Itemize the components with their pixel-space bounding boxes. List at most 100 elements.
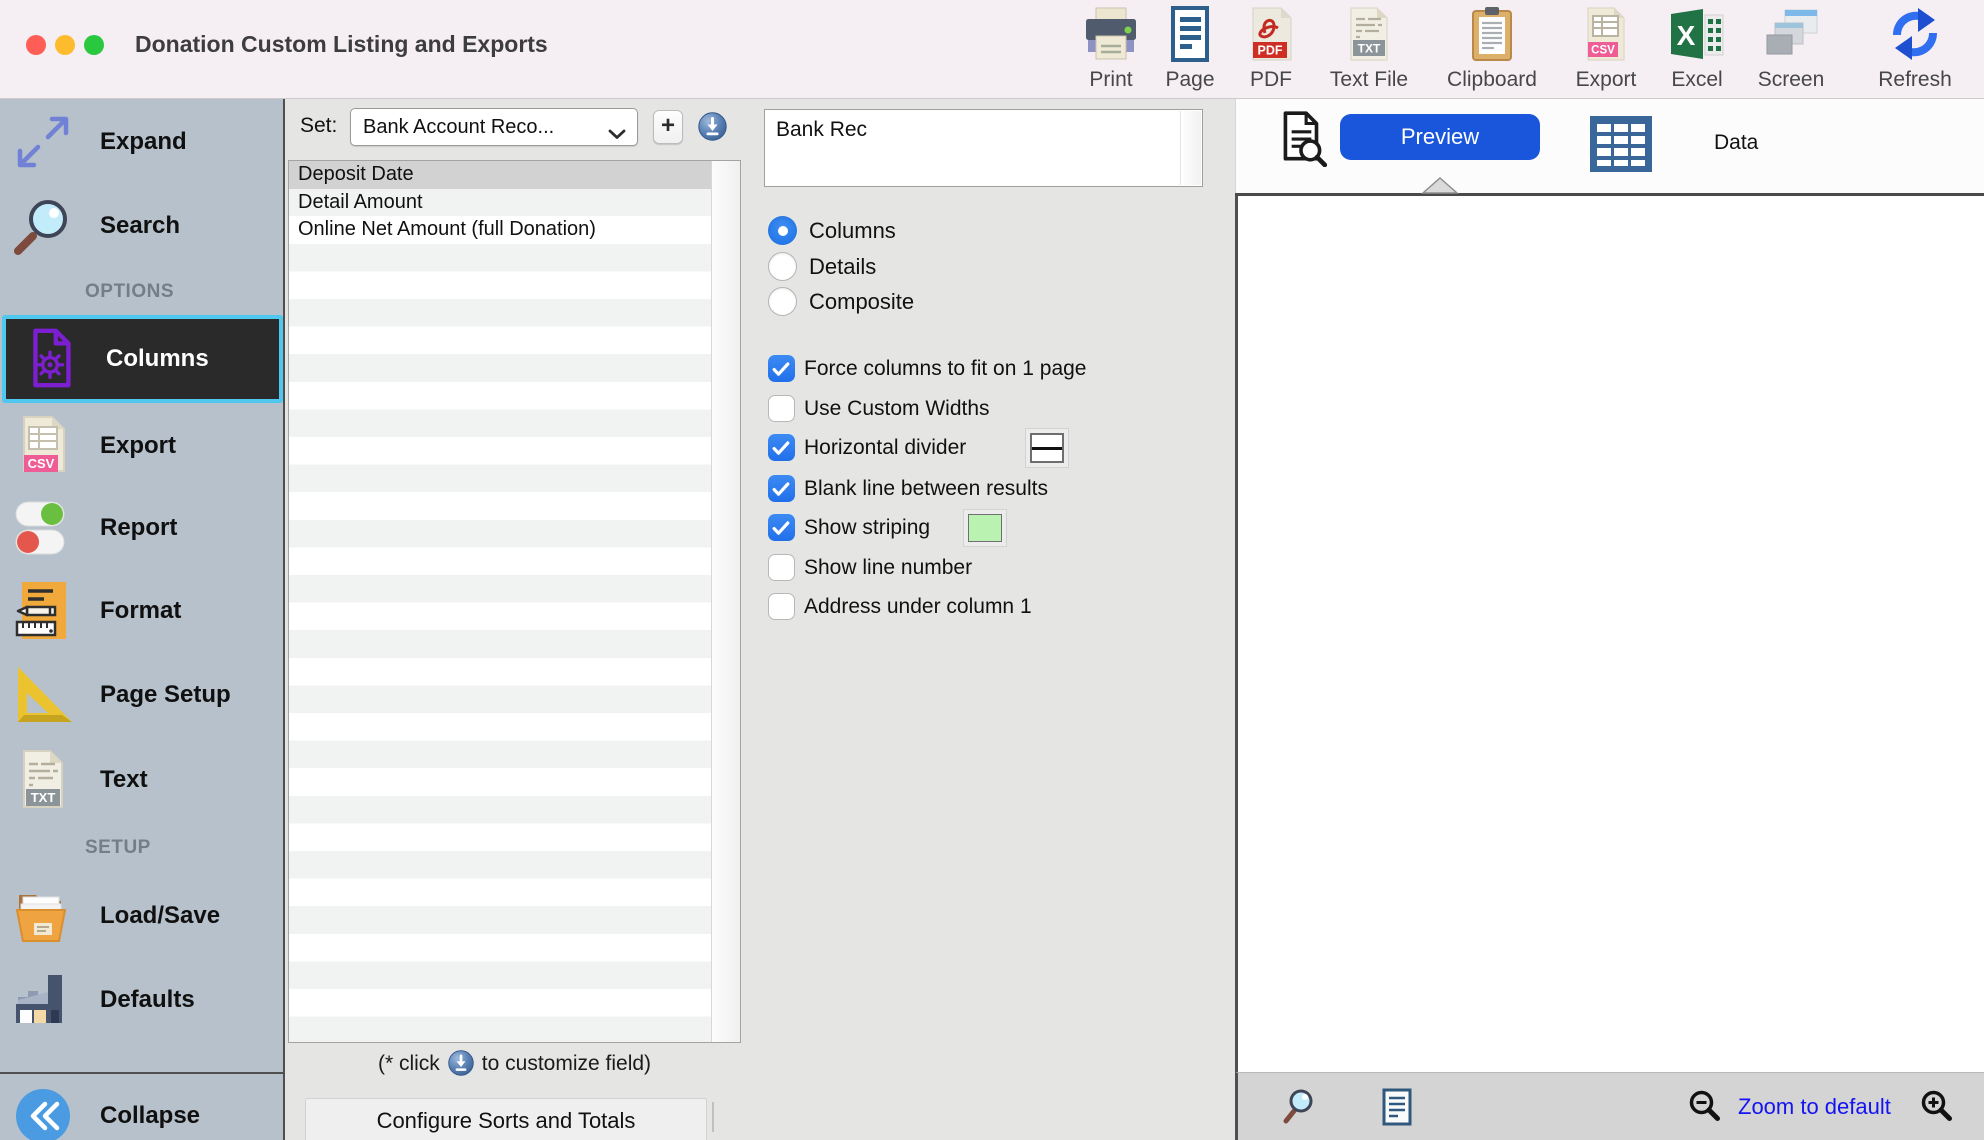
list-item[interactable]: Deposit Date xyxy=(289,161,711,189)
radio-row-details[interactable]: Details xyxy=(768,252,876,281)
textbox-scrollbar[interactable] xyxy=(1180,111,1201,185)
checkbox-label: Horizontal divider xyxy=(804,436,966,460)
checkbox-label: Address under column 1 xyxy=(804,595,1032,619)
preview-tabbar: Preview Data xyxy=(1235,99,1984,193)
checkbox-row-line-number[interactable]: Show line number xyxy=(768,554,972,581)
show-line-number-checkbox[interactable] xyxy=(768,554,795,581)
hint-text-suffix: to customize field) xyxy=(482,1052,651,1075)
striping-color-button[interactable] xyxy=(963,509,1007,547)
blank-line-checkbox[interactable] xyxy=(768,475,795,502)
text-view-icon[interactable] xyxy=(1382,1088,1412,1131)
checkbox-row-horizontal-divider[interactable]: Horizontal divider xyxy=(768,434,966,461)
sidebar-item-format[interactable]: Format xyxy=(0,571,283,651)
horizontal-divider-icon xyxy=(1030,433,1064,463)
sidebar-item-collapse[interactable]: Collapse xyxy=(0,1076,283,1140)
columns-radio[interactable] xyxy=(768,216,797,245)
tab-data[interactable]: Data xyxy=(1589,109,1869,179)
toolbar-refresh-button[interactable]: Refresh xyxy=(1857,6,1973,91)
configure-sorts-totals-button[interactable]: Configure Sorts and Totals xyxy=(305,1098,707,1140)
sidebar-item-report[interactable]: Report xyxy=(0,488,283,568)
expand-arrows-icon xyxy=(10,109,76,175)
customize-field-button[interactable] xyxy=(698,112,727,141)
window-title: Donation Custom Listing and Exports xyxy=(135,31,548,58)
horizontal-divider-checkbox[interactable] xyxy=(768,434,795,461)
svg-text:CSV: CSV xyxy=(1591,45,1615,57)
toolbar-textfile-button[interactable]: TXT Text File xyxy=(1311,6,1427,91)
txt-file-icon: TXT xyxy=(1341,49,1397,66)
radio-row-columns[interactable]: Columns xyxy=(768,216,896,245)
list-item[interactable]: Detail Amount xyxy=(289,189,711,217)
sidebar-item-text[interactable]: TXT Text xyxy=(0,740,283,820)
toolbar-clipboard-button[interactable]: Clipboard xyxy=(1434,6,1550,91)
set-select[interactable]: Bank Account Reco... xyxy=(350,108,638,146)
set-name-value: Bank Rec xyxy=(776,118,867,141)
sidebar-divider xyxy=(0,1072,283,1074)
svg-text:X: X xyxy=(1677,20,1696,51)
sidebar-item-page-setup[interactable]: Page Setup xyxy=(0,655,283,735)
csv-file-icon: CSV xyxy=(10,413,76,479)
sidebar-item-label: Collapse xyxy=(100,1102,200,1130)
checkbox-row-custom-widths[interactable]: Use Custom Widths xyxy=(768,395,990,422)
add-set-button[interactable]: + xyxy=(653,110,683,144)
checkbox-row-blank-line[interactable]: Blank line between results xyxy=(768,475,1048,502)
txt-file-icon: TXT xyxy=(10,747,76,813)
address-under-column-checkbox[interactable] xyxy=(768,593,795,620)
document-gear-icon xyxy=(18,326,84,392)
set-name-textbox[interactable]: Bank Rec xyxy=(764,109,1203,187)
close-button[interactable] xyxy=(26,35,46,55)
toolbar-screen-label: Screen xyxy=(1733,69,1849,91)
page-icon xyxy=(1162,49,1218,66)
details-radio[interactable] xyxy=(768,252,797,281)
minimize-button[interactable] xyxy=(55,35,75,55)
custom-widths-checkbox[interactable] xyxy=(768,395,795,422)
sidebar: Expand Search OPTIONS xyxy=(0,99,285,1140)
tab-preview[interactable]: Preview xyxy=(1340,114,1540,160)
sidebar-item-label: Page Setup xyxy=(100,681,231,709)
preview-panel: Preview Data xyxy=(1235,99,1984,1140)
set-square-icon xyxy=(10,662,76,728)
factory-icon xyxy=(10,967,76,1033)
sidebar-item-expand[interactable]: Expand xyxy=(0,102,283,182)
list-item[interactable]: Online Net Amount (full Donation) xyxy=(289,216,711,244)
sidebar-item-columns[interactable]: Columns xyxy=(2,315,283,403)
csv-file-icon: CSV xyxy=(1578,49,1634,66)
radio-label: Details xyxy=(809,254,876,280)
force-fit-checkbox[interactable] xyxy=(768,355,795,382)
toolbar-screen-button[interactable]: Screen xyxy=(1733,6,1849,91)
zoom-window-button[interactable] xyxy=(84,35,104,55)
field-list-rows: Deposit Date Detail Amount Online Net Am… xyxy=(289,161,711,1042)
sidebar-item-defaults[interactable]: Defaults xyxy=(0,960,283,1040)
checkbox-row-force-fit[interactable]: Force columns to fit on 1 page xyxy=(768,355,1087,382)
magnifier-tool-icon[interactable] xyxy=(1281,1088,1317,1131)
app-window: Donation Custom Listing and Exports Prin… xyxy=(0,0,1984,1140)
set-select-value: Bank Account Reco... xyxy=(363,116,554,139)
sidebar-item-label: Export xyxy=(100,432,176,460)
radio-label: Composite xyxy=(809,289,914,315)
excel-icon: X xyxy=(1669,49,1725,66)
sidebar-item-label: Load/Save xyxy=(100,902,220,930)
radio-row-composite[interactable]: Composite xyxy=(768,287,914,316)
sidebar-item-export[interactable]: CSV Export xyxy=(0,406,283,486)
svg-text:TXT: TXT xyxy=(1358,42,1381,56)
divider-style-button[interactable] xyxy=(1025,428,1069,468)
show-striping-checkbox[interactable] xyxy=(768,514,795,541)
sidebar-item-load-save[interactable]: Load/Save xyxy=(0,876,283,956)
sidebar-section-options: OPTIONS xyxy=(85,281,283,303)
radio-label: Columns xyxy=(809,218,896,244)
checkbox-row-address[interactable]: Address under column 1 xyxy=(768,593,1032,620)
toggle-switches-icon xyxy=(10,495,76,561)
zoom-in-icon[interactable] xyxy=(1920,1089,1954,1128)
svg-text:TXT: TXT xyxy=(31,790,56,805)
printer-icon xyxy=(1083,49,1139,66)
checkbox-row-show-striping[interactable]: Show striping xyxy=(768,514,930,541)
zoom-to-default-link[interactable]: Zoom to default xyxy=(1738,1073,1891,1140)
preview-statusbar: Zoom to default xyxy=(1235,1072,1984,1140)
data-grid-icon xyxy=(1589,115,1653,178)
field-list-scrollbar[interactable] xyxy=(711,161,740,1042)
sidebar-item-search[interactable]: Search xyxy=(0,186,283,266)
composite-radio[interactable] xyxy=(768,287,797,316)
document-magnifier-icon xyxy=(1273,109,1331,172)
customize-field-icon xyxy=(448,1050,474,1076)
zoom-out-icon[interactable] xyxy=(1688,1089,1722,1128)
checkbox-label: Force columns to fit on 1 page xyxy=(804,357,1087,381)
